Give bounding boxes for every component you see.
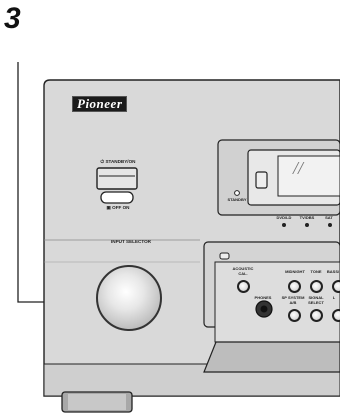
standby-indicator — [234, 190, 240, 196]
l-button[interactable] — [332, 309, 340, 322]
sp-system-label: SP SYSTEM A/B — [281, 295, 305, 305]
bass-label: BASS/ — [326, 269, 340, 274]
display-digits: // — [293, 158, 304, 178]
signal-select-button[interactable] — [310, 309, 323, 322]
standby-on-switch — [96, 167, 138, 190]
power-switch — [100, 191, 134, 204]
input-selector-label: INPUT SELECTOR — [111, 239, 151, 244]
tone-label: TONE — [310, 269, 322, 274]
midnight-label: MIDNIGHT — [285, 269, 305, 274]
midnight-button[interactable] — [288, 280, 301, 293]
acoustic-cal-label: ACOUSTIC CAL. — [232, 266, 254, 276]
standby-indicator-label: STANDBY — [227, 197, 247, 202]
source-button-sat[interactable]: SAT — [318, 215, 340, 220]
phones-label: PHONES — [254, 295, 272, 300]
input-selector-knob[interactable] — [96, 265, 162, 331]
l-label: L — [332, 295, 336, 300]
power-icon: ⏻ — [100, 159, 105, 164]
signal-select-label: SIGNAL SELECT — [308, 295, 324, 305]
standby-on-label: ⏻ STANDBY/ON — [100, 159, 136, 164]
receiver-illustration — [17, 62, 340, 413]
power-switch-label: ▣ OFF ON — [106, 205, 130, 210]
tone-button[interactable] — [310, 280, 323, 293]
source-button-tv[interactable]: TV/DBS — [295, 215, 319, 220]
display-square-button — [255, 171, 268, 189]
front-flap — [203, 341, 340, 373]
acoustic-cal-button[interactable] — [237, 280, 250, 293]
power-switch-icon: ▣ — [106, 205, 111, 210]
source-button-dvd[interactable]: DVD/LD — [272, 215, 296, 220]
brand-logo: Pioneer — [72, 96, 128, 112]
bass-button[interactable] — [332, 280, 340, 293]
sp-system-button[interactable] — [288, 309, 301, 322]
